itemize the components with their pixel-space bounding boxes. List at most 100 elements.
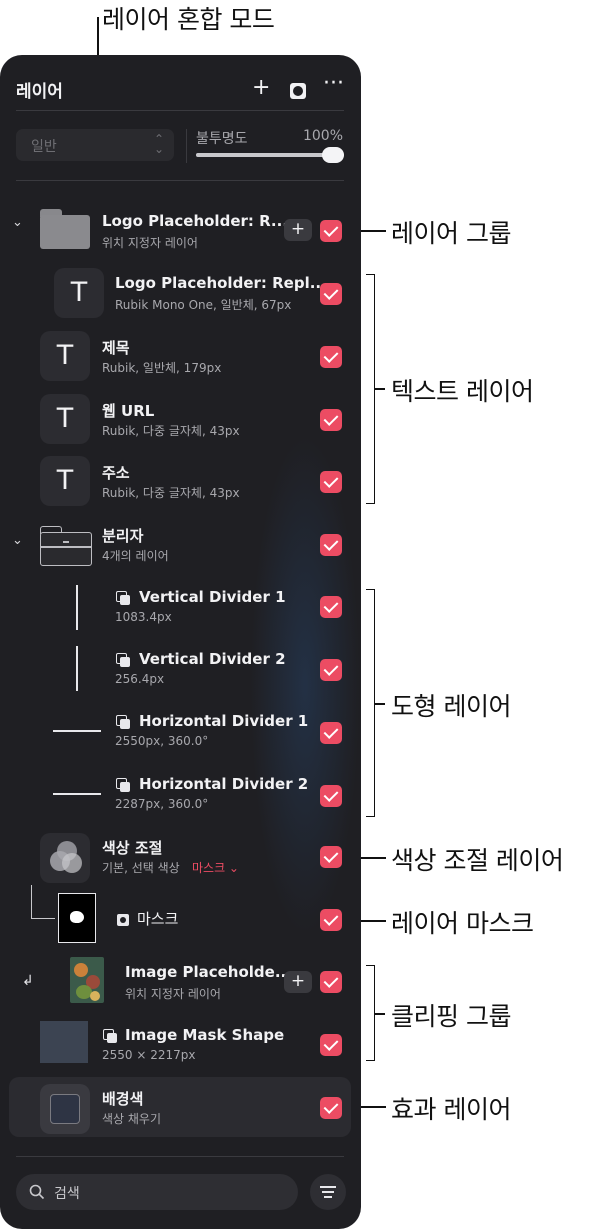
footer-divider xyxy=(16,1156,344,1157)
leader-text-layers xyxy=(375,388,385,390)
layer-name: 배경색 xyxy=(102,1090,144,1108)
layers-panel: 레이어 + ··· 일반 ⌃ ⌄ 불투명도 100% ⌄ Logo Placeho… xyxy=(0,55,361,1229)
mask-connector xyxy=(31,885,55,919)
ellipsis-icon[interactable]: ··· xyxy=(323,73,344,95)
layer-detail: 2550 × 2217px xyxy=(102,1048,196,1062)
layer-visibility-checkbox[interactable] xyxy=(320,220,342,242)
layer-visibility-checkbox[interactable] xyxy=(320,346,342,368)
layer-name: 마스크 xyxy=(137,910,179,928)
layer-detail: 2550px, 360.0° xyxy=(115,734,209,748)
layer-detail: 256.4px xyxy=(115,672,165,686)
add-to-group-button[interactable]: + xyxy=(284,971,312,993)
callout-blend-mode: 레이어 혼합 모드 xyxy=(102,5,275,34)
add-to-group-button[interactable]: + xyxy=(284,219,312,241)
horizontal-line-thumbnail xyxy=(53,793,101,795)
callout-color-adjust: 색상 조절 레이어 xyxy=(391,846,564,875)
layer-visibility-checkbox[interactable] xyxy=(320,596,342,618)
vertical-line-thumbnail xyxy=(76,585,78,630)
folder-icon xyxy=(40,205,90,249)
vertical-line-thumbnail xyxy=(76,646,78,691)
text-layer-icon: T xyxy=(54,268,104,318)
mask-icon[interactable] xyxy=(290,83,306,99)
layer-detail: 위치 지정자 레이어 xyxy=(102,236,198,250)
layer-name: Image Mask Shape xyxy=(125,1026,285,1044)
controls-divider xyxy=(16,180,344,181)
layer-detail: 색상 채우기 xyxy=(102,1112,162,1126)
chevron-updown-icon: ⌃ ⌄ xyxy=(153,132,164,156)
callout-effect-layer: 효과 레이어 xyxy=(391,1095,511,1124)
shape-icon xyxy=(116,591,130,605)
leader-shape-layers xyxy=(375,703,385,705)
layer-visibility-checkbox[interactable] xyxy=(320,534,342,556)
layer-name: 색상 조절 xyxy=(102,839,163,857)
layer-name: Horizontal Divider 2 xyxy=(139,775,309,793)
layer-visibility-checkbox[interactable] xyxy=(320,1034,342,1056)
shape-icon xyxy=(116,715,130,729)
plus-icon[interactable]: + xyxy=(252,77,270,99)
bracket-text-layers xyxy=(366,274,375,504)
horizontal-line-thumbnail xyxy=(53,730,101,732)
text-layer-icon: T xyxy=(40,456,90,506)
panel-glow xyxy=(250,435,360,935)
clipping-arrow-icon: ↲ xyxy=(22,973,34,989)
header-divider xyxy=(16,110,344,111)
layer-visibility-checkbox[interactable] xyxy=(320,409,342,431)
layer-detail: 2287px, 360.0° xyxy=(115,797,209,811)
callout-text-layers: 텍스트 레이어 xyxy=(391,377,534,406)
layer-detail: 기본, 선택 색상 xyxy=(102,861,180,875)
layer-visibility-checkbox[interactable] xyxy=(320,471,342,493)
layer-visibility-checkbox[interactable] xyxy=(320,283,342,305)
shape-thumbnail xyxy=(40,1021,88,1063)
layer-name: Horizontal Divider 1 xyxy=(139,712,309,730)
text-layer-icon: T xyxy=(40,331,90,381)
layer-detail: 위치 지정자 레이어 xyxy=(125,987,221,1001)
search-icon xyxy=(29,1184,45,1200)
layer-name: 제목 xyxy=(102,339,130,357)
layer-visibility-checkbox[interactable] xyxy=(320,785,342,807)
chevron-down-icon[interactable]: ⌄ xyxy=(12,533,23,548)
layer-name: Image Placeholde... xyxy=(125,963,292,981)
layer-name: Vertical Divider 2 xyxy=(139,650,286,668)
opacity-slider-thumb[interactable] xyxy=(322,147,344,163)
color-adjust-icon xyxy=(40,833,90,883)
layer-detail: Rubik Mono One, 일반체, 67px xyxy=(115,298,292,312)
panel-title: 레이어 xyxy=(16,82,63,102)
opacity-label: 불투명도 xyxy=(196,131,248,147)
mask-dropdown[interactable]: 마스크 ⌄ xyxy=(192,859,239,876)
folder-open-icon xyxy=(40,522,92,566)
layer-visibility-checkbox[interactable] xyxy=(320,659,342,681)
search-placeholder: 검색 xyxy=(54,1186,80,1202)
callout-layer-mask: 레이어 마스크 xyxy=(391,909,534,938)
callout-layer-group: 레이어 그룹 xyxy=(391,219,511,248)
layer-name: 웹 URL xyxy=(102,402,155,420)
layer-name: 주소 xyxy=(102,464,130,482)
blend-mode-select[interactable]: 일반 ⌃ ⌄ xyxy=(16,129,174,161)
mask-icon xyxy=(117,914,129,926)
layer-name: 분리자 xyxy=(102,527,144,545)
layer-detail: Rubik, 다중 글자체, 43px xyxy=(102,424,240,438)
layer-visibility-checkbox[interactable] xyxy=(320,846,342,868)
layer-visibility-checkbox[interactable] xyxy=(320,971,342,993)
layer-visibility-checkbox[interactable] xyxy=(320,909,342,931)
layer-name: Logo Placeholder: Repl... xyxy=(115,274,327,292)
mask-thumbnail xyxy=(58,893,96,943)
bracket-clipping-group xyxy=(366,965,375,1061)
layer-name: Vertical Divider 1 xyxy=(139,588,286,606)
layer-detail: Rubik, 다중 글자체, 43px xyxy=(102,486,240,500)
callout-shape-layers: 도형 레이어 xyxy=(391,692,511,721)
shape-icon xyxy=(103,1029,117,1043)
layer-detail: 1083.4px xyxy=(115,610,172,624)
layer-name: Logo Placeholder: R... xyxy=(102,212,289,230)
blend-opacity-separator xyxy=(186,129,187,163)
search-input[interactable]: 검색 xyxy=(16,1174,298,1210)
layer-visibility-checkbox[interactable] xyxy=(320,722,342,744)
image-thumbnail xyxy=(70,957,104,1003)
layer-visibility-checkbox[interactable] xyxy=(320,1097,342,1119)
shape-icon xyxy=(116,653,130,667)
blend-mode-value: 일반 xyxy=(31,139,57,155)
chevron-down-icon[interactable]: ⌄ xyxy=(12,215,23,230)
filter-button[interactable] xyxy=(310,1174,346,1210)
layer-detail: 4개의 레이어 xyxy=(102,549,169,563)
opacity-slider[interactable] xyxy=(196,147,344,163)
shape-icon xyxy=(116,778,130,792)
